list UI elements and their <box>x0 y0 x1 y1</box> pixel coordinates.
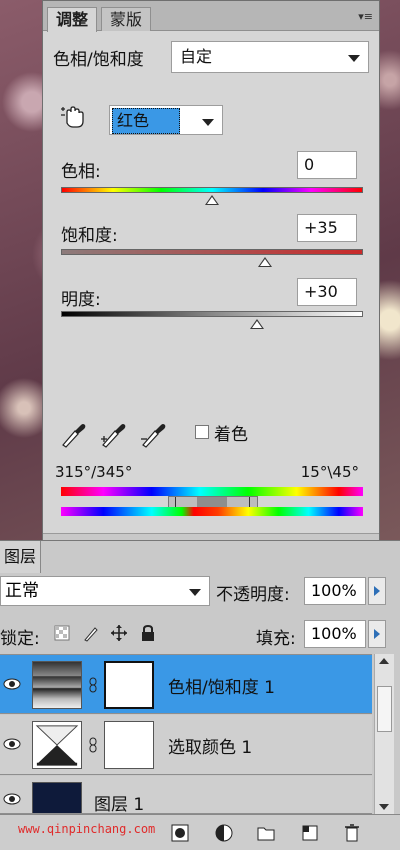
layer-row[interactable]: 色相/饱和度 1 <box>0 654 372 714</box>
layers-scrollbar[interactable] <box>374 654 394 814</box>
lock-position-move-icon[interactable] <box>110 624 128 642</box>
eyedropper-plus-icon[interactable] <box>99 419 127 449</box>
layer-row[interactable]: 选取颜色 1 <box>0 715 372 775</box>
chevron-down-icon <box>202 119 214 126</box>
hue-slider-track[interactable] <box>61 187 363 193</box>
new-adjustment-layer-icon[interactable] <box>214 823 234 843</box>
chevron-down-icon <box>348 55 360 62</box>
layer-mask-thumbnail[interactable] <box>104 721 154 769</box>
visibility-eye-icon[interactable] <box>3 737 21 751</box>
preset-dropdown[interactable]: 自定 <box>171 41 369 73</box>
preset-value: 自定 <box>180 47 213 66</box>
selective-color-thumbnail <box>32 721 82 769</box>
channel-dropdown[interactable]: 红色 <box>109 105 223 135</box>
lock-label: 锁定: <box>0 629 40 649</box>
fill-input[interactable]: 100% <box>304 620 366 648</box>
saturation-input[interactable]: +35 <box>297 214 357 242</box>
lightness-slider-thumb[interactable] <box>250 319 265 329</box>
panel-tabbar: 调整 蒙版 ▾≡ <box>43 1 379 32</box>
saturation-slider-thumb[interactable] <box>257 257 272 267</box>
hue-input[interactable]: 0 <box>297 151 357 179</box>
adjustments-panel: 调整 蒙版 ▾≡ 色相/饱和度 自定 红色 色相: 0 饱和度: +35 明度:… <box>42 0 380 572</box>
tab-layers[interactable]: 图层 <box>0 541 42 573</box>
blend-mode-dropdown[interactable]: 正常 <box>0 576 210 606</box>
opacity-input[interactable]: 100% <box>304 577 366 605</box>
opacity-flyout-button[interactable] <box>368 577 386 605</box>
preset-label: 色相/饱和度 <box>53 50 144 70</box>
lock-transparency-icon[interactable] <box>54 625 70 641</box>
tab-adjustments[interactable]: 调整 <box>47 7 98 32</box>
layer-name: 图层 1 <box>94 795 145 814</box>
chevron-down-icon <box>189 589 201 596</box>
eyedropper-icon[interactable] <box>59 419 87 449</box>
saturation-slider-track[interactable] <box>61 249 363 255</box>
opacity-label: 不透明度: <box>216 585 290 605</box>
hue-label: 色相: <box>61 162 101 182</box>
layer-name: 色相/饱和度 1 <box>168 678 275 698</box>
saturation-label: 饱和度: <box>61 226 118 246</box>
hue-slider-thumb[interactable] <box>205 195 219 205</box>
visibility-eye-icon[interactable] <box>3 792 21 806</box>
layer-thumbnail <box>32 782 82 813</box>
adjustment-layer-thumbnail <box>32 661 82 709</box>
tab-masks[interactable]: 蒙版 <box>101 7 152 31</box>
link-chain-icon[interactable] <box>88 737 98 753</box>
channel-value: 红色 <box>112 108 181 134</box>
targeted-adjustment-hand-icon[interactable] <box>59 103 87 131</box>
visibility-eye-icon[interactable] <box>3 677 21 691</box>
new-layer-icon[interactable] <box>300 823 320 843</box>
fill-flyout-button[interactable] <box>368 620 386 648</box>
colorize-label: 着色 <box>214 425 248 445</box>
range-right-label: 15°\45° <box>300 463 359 481</box>
layer-row[interactable]: 图层 1 <box>0 776 372 814</box>
layer-mask-thumbnail[interactable] <box>104 661 154 709</box>
watermark: www.qinpinchang.com <box>18 822 156 836</box>
lightness-label: 明度: <box>61 290 101 310</box>
lock-all-icon[interactable] <box>140 624 156 642</box>
colorize-checkbox[interactable] <box>195 425 209 439</box>
panel-menu-icon[interactable]: ▾≡ <box>358 10 373 23</box>
output-spectrum-bar <box>61 507 363 516</box>
add-mask-icon[interactable] <box>170 823 190 843</box>
fill-label: 填充: <box>256 629 296 649</box>
lock-pixels-brush-icon[interactable] <box>82 624 100 642</box>
lightness-input[interactable]: +30 <box>297 278 357 306</box>
delete-layer-icon[interactable] <box>342 823 362 843</box>
lightness-slider-track[interactable] <box>61 311 363 317</box>
new-group-folder-icon[interactable] <box>256 823 276 843</box>
range-left-label: 315°/345° <box>55 463 133 481</box>
blend-mode-value: 正常 <box>5 581 39 601</box>
scroll-up-icon[interactable] <box>379 658 389 664</box>
link-chain-icon[interactable] <box>88 677 98 693</box>
scroll-down-icon[interactable] <box>379 804 389 810</box>
eyedropper-minus-icon[interactable] <box>139 419 167 449</box>
input-spectrum-bar <box>61 487 363 496</box>
scroll-thumb[interactable] <box>377 686 392 732</box>
layer-name: 选取颜色 1 <box>168 738 253 758</box>
